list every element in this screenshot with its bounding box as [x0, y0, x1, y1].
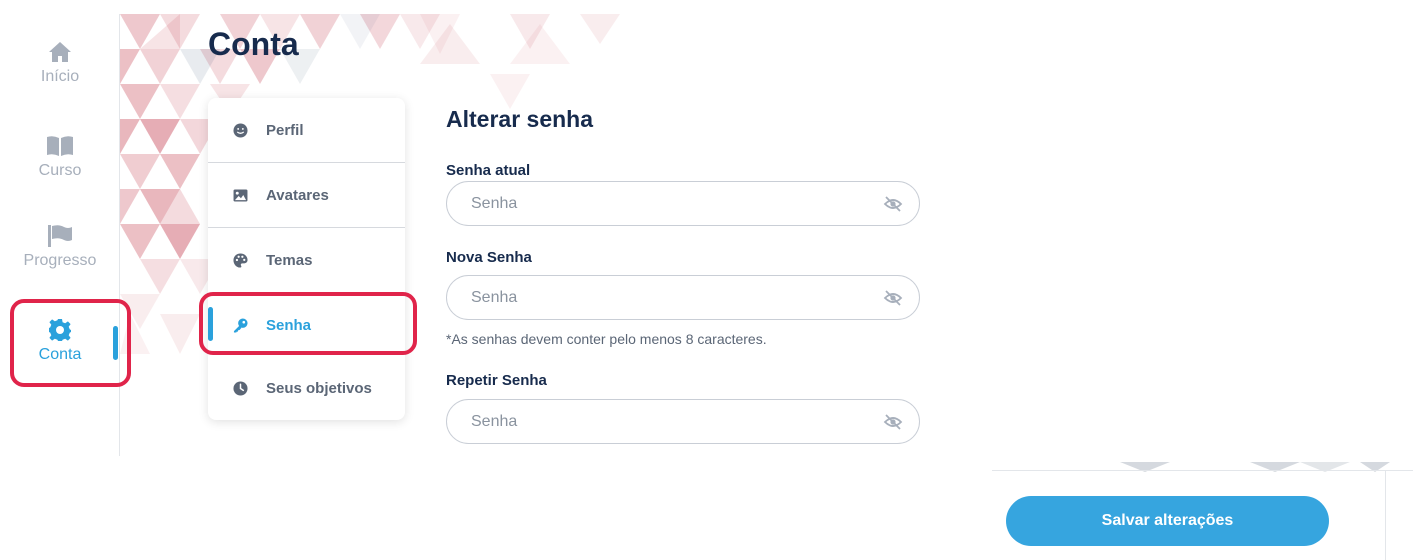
nav-item-progresso[interactable]: Progresso	[0, 198, 120, 288]
palette-icon	[232, 252, 248, 268]
submenu-item-avatares[interactable]: Avatares	[208, 163, 405, 227]
new-password-input[interactable]	[471, 288, 861, 307]
nav-item-conta[interactable]: Conta	[0, 292, 120, 382]
submenu-item-perfil[interactable]: Perfil	[208, 98, 405, 162]
gear-icon	[46, 316, 74, 344]
active-nav-indicator	[113, 326, 118, 360]
clock-icon	[232, 380, 248, 396]
current-password-label: Senha atual	[446, 162, 531, 179]
nav-item-inicio[interactable]: Início	[0, 14, 120, 104]
flag-icon	[46, 222, 74, 250]
main-nav-rail: Início Curso Progresso Conta	[0, 14, 120, 456]
nav-item-label: Conta	[38, 346, 82, 363]
page-title: Conta	[208, 26, 299, 62]
account-submenu: Perfil Avatares Temas Senha Seus objetiv…	[208, 98, 405, 420]
submenu-item-label: Temas	[266, 251, 313, 269]
eye-slash-icon[interactable]	[883, 194, 903, 214]
submenu-item-label: Senha	[266, 316, 312, 334]
submenu-item-temas[interactable]: Temas	[208, 228, 405, 292]
eye-slash-icon[interactable]	[883, 412, 903, 432]
save-changes-button[interactable]: Salvar alterações	[1006, 496, 1329, 546]
smiley-icon	[232, 122, 248, 138]
password-requirement-hint: *As senhas devem conter pelo menos 8 car…	[446, 331, 767, 347]
submenu-item-label: Seus objetivos	[266, 379, 372, 397]
home-icon	[46, 38, 74, 66]
current-password-input[interactable]	[471, 194, 861, 213]
active-submenu-indicator	[208, 307, 213, 341]
nav-item-label: Curso	[38, 162, 82, 179]
image-icon	[232, 187, 248, 203]
repeat-password-field	[446, 399, 920, 444]
form-title: Alterar senha	[446, 106, 594, 132]
nav-item-curso[interactable]: Curso	[0, 108, 120, 198]
submenu-item-seus-objetivos[interactable]: Seus objetivos	[208, 356, 405, 420]
new-password-field	[446, 275, 920, 320]
submenu-item-label: Avatares	[266, 186, 329, 204]
key-icon	[232, 317, 248, 333]
repeat-password-input[interactable]	[471, 412, 861, 431]
new-password-label: Nova Senha	[446, 249, 532, 266]
current-password-field	[446, 181, 920, 226]
nav-item-label: Progresso	[23, 252, 97, 269]
nav-item-label: Início	[40, 68, 80, 85]
submenu-item-label: Perfil	[266, 121, 304, 139]
book-icon	[46, 132, 74, 160]
submenu-item-senha[interactable]: Senha	[208, 293, 405, 357]
footer-divider	[992, 470, 1413, 471]
eye-slash-icon[interactable]	[883, 288, 903, 308]
footer-vertical-divider	[1385, 470, 1386, 560]
repeat-password-label: Repetir Senha	[446, 372, 547, 389]
